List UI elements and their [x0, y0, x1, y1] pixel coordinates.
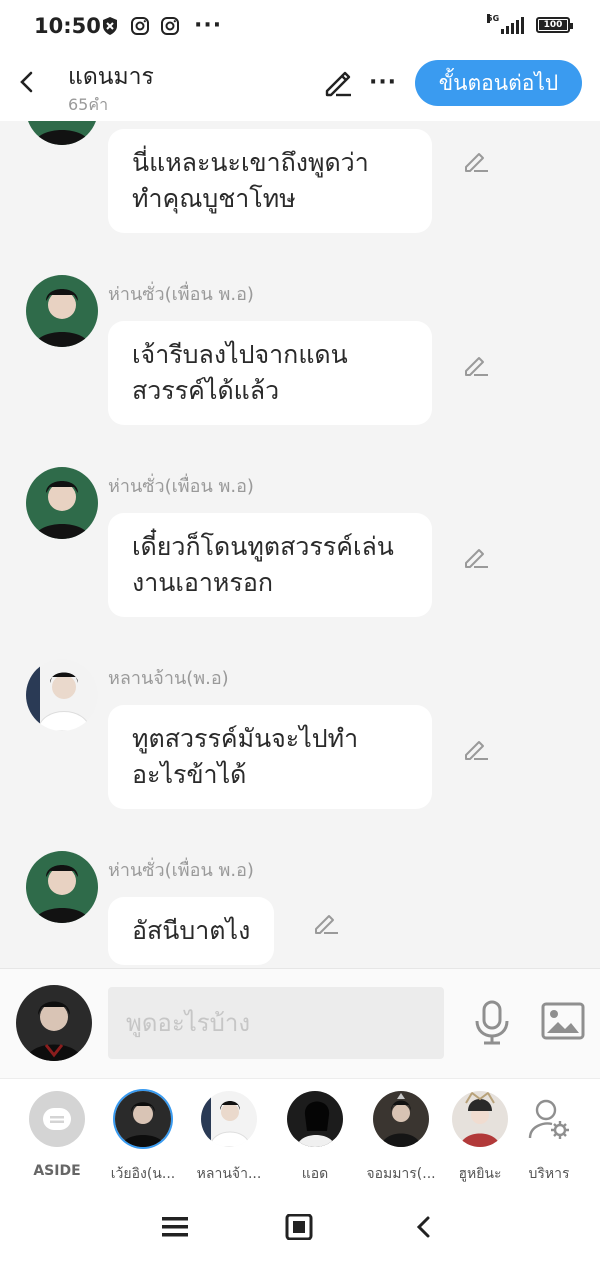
avatar[interactable] [26, 851, 98, 923]
character-demon-lord[interactable]: จอมมาร(... [359, 1091, 443, 1185]
message-bubble[interactable]: เดี๋ยวก็โดนทูตสวรรค์เล่น งานเอาหรอก [108, 513, 432, 617]
message-bubble[interactable]: ทูตสวรรค์มันจะไปทำ อะไรข้าได้ [108, 705, 432, 809]
character-aside[interactable]: ASIDE [15, 1091, 99, 1179]
pencil-icon [325, 71, 351, 97]
instagram-icon [160, 16, 180, 36]
word-count: 65คำ [68, 95, 109, 114]
back-button[interactable] [14, 67, 42, 97]
aside-icon [29, 1091, 85, 1147]
speaker-name: ห่านซั่ว(เพื่อน พ.อ) [108, 284, 254, 305]
character-name: บริหาร [528, 1166, 570, 1182]
avatar [115, 1091, 171, 1147]
message-bubble[interactable]: เจ้ารีบลงไปจากแดน สวรรค์ได้แล้ว [108, 321, 432, 425]
pencil-icon [465, 357, 488, 376]
image-icon [541, 1002, 585, 1040]
user-gear-icon [521, 1091, 577, 1147]
avatar [452, 1091, 508, 1147]
avatar[interactable] [26, 659, 98, 731]
pencil-icon [465, 741, 488, 760]
message-bubble[interactable]: อัสนีบาตไง [108, 897, 275, 965]
status-time: 10:50 [34, 14, 101, 38]
status-system-icons: 5G 100 [487, 14, 573, 34]
microphone-button[interactable] [472, 999, 512, 1045]
character-weiying[interactable]: เว้ยอิง(น... [101, 1091, 185, 1185]
character-name: ฮูหยินะ [458, 1166, 502, 1182]
speaker-name: ห่านซั่ว(เพื่อน พ.อ) [108, 476, 254, 497]
image-button[interactable] [540, 1001, 586, 1041]
shield-x-icon [100, 16, 120, 36]
character-name: จอมมาร(... [366, 1166, 436, 1182]
character-lady[interactable]: ฮูหยินะ [445, 1091, 515, 1185]
message-input[interactable] [108, 987, 444, 1059]
character-admin[interactable]: แอด [273, 1091, 357, 1185]
speaker-name: หลานจ้าน(พ.อ) [108, 668, 229, 689]
pencil-icon [315, 915, 338, 934]
more-notifications-icon: ··· [194, 13, 223, 38]
back-chevron-icon [416, 1216, 430, 1238]
avatar[interactable] [26, 275, 98, 347]
chat-area[interactable]: นี่แหละนะเขาถึงพูดว่า ทำคุณบูชาโทษ ห่านซ… [0, 121, 600, 968]
avatar[interactable] [26, 467, 98, 539]
signal-icon: 5G [487, 14, 524, 34]
edit-title-button[interactable] [322, 67, 354, 99]
menu-icon [162, 1217, 188, 1237]
edit-message-button[interactable] [462, 543, 490, 571]
recent-apps-button[interactable] [160, 1214, 190, 1240]
microphone-icon [475, 1000, 509, 1045]
character-lanzhan[interactable]: หลานจ้า... [187, 1091, 271, 1185]
edit-message-button[interactable] [462, 351, 490, 379]
edit-message-button[interactable] [462, 147, 490, 175]
character-name: ASIDE [33, 1163, 81, 1179]
battery-icon: 100 [536, 17, 573, 33]
character-name: แอด [301, 1166, 329, 1182]
status-notification-icons: ··· [100, 13, 223, 38]
avatar [373, 1091, 429, 1147]
pencil-icon [465, 549, 488, 568]
home-square-icon [285, 1213, 313, 1241]
battery-level: 100 [539, 20, 567, 30]
avatar [201, 1091, 257, 1147]
system-navigation-bar [0, 1188, 600, 1267]
character-name: หลานจ้า... [196, 1166, 262, 1182]
status-bar: 10:50 ··· 5G 100 [0, 0, 600, 55]
back-arrow-icon [20, 71, 33, 93]
page-title: แดนมาร [68, 64, 154, 90]
composer [0, 968, 600, 1078]
system-back-button[interactable] [410, 1214, 440, 1240]
avatar[interactable] [26, 121, 98, 145]
top-app-bar: แดนมาร 65คำ ··· ขั้นตอนต่อไป [0, 55, 600, 121]
network-label: 5G [487, 14, 500, 23]
home-button[interactable] [284, 1213, 314, 1241]
character-bar: ASIDE เว้ยอิง(น... หลานจ้า... แอด จอมมาร… [0, 1078, 600, 1188]
message-bubble[interactable]: นี่แหละนะเขาถึงพูดว่า ทำคุณบูชาโทษ [108, 129, 432, 233]
edit-message-button[interactable] [462, 735, 490, 763]
avatar [287, 1091, 343, 1147]
character-name: เว้ยอิง(น... [110, 1166, 176, 1182]
manage-characters-button[interactable]: บริหาร [507, 1091, 591, 1185]
next-step-button[interactable]: ขั้นตอนต่อไป [415, 60, 582, 106]
pencil-icon [465, 153, 488, 172]
more-options-button[interactable]: ··· [369, 67, 396, 97]
edit-message-button[interactable] [312, 909, 340, 937]
instagram-icon [130, 16, 150, 36]
speaker-name: ห่านซั่ว(เพื่อน พ.อ) [108, 860, 254, 881]
current-speaker-avatar[interactable] [16, 985, 92, 1061]
